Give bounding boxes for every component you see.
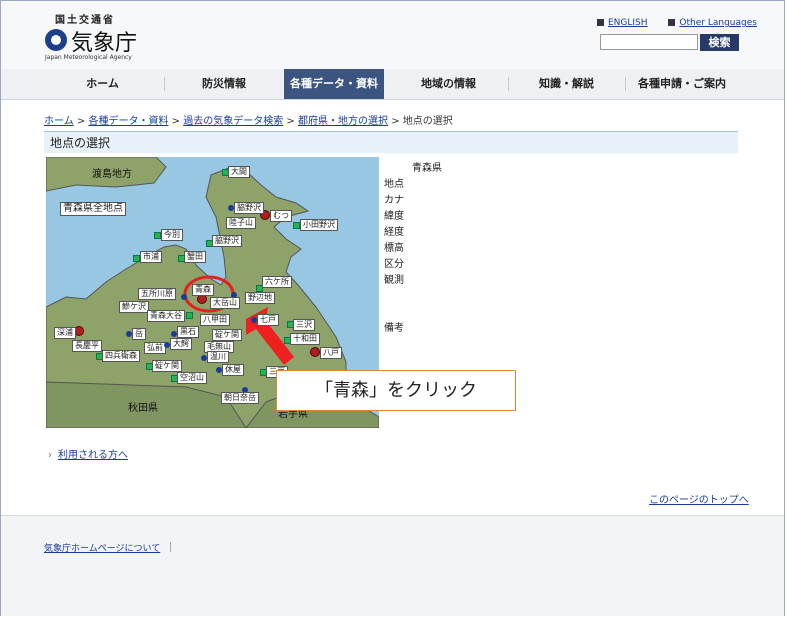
page-top-link[interactable]: このページのトップへ <box>649 491 749 506</box>
instruction-callout: 「青森」をクリック <box>276 370 516 411</box>
ministry-name: 国土交通省 <box>55 15 115 26</box>
station-oodakeyama[interactable]: 大岳山 <box>210 297 240 309</box>
agency-name: 気象庁 <box>71 31 138 56</box>
language-links: ENGLISH Other Languages <box>597 18 757 28</box>
nav-item-applications[interactable]: 各種申請・ご案内 <box>625 69 739 99</box>
label-remarks: 備考 <box>384 323 404 334</box>
label-station: 地点 <box>384 179 404 190</box>
station-marker[interactable] <box>154 232 161 239</box>
station-ajigasawa[interactable]: 鰺ケ沢 <box>119 301 149 313</box>
station-fukaura[interactable]: 深浦 <box>54 327 76 339</box>
breadcrumb-separator: > <box>391 116 400 127</box>
label-observation: 観測 <box>384 275 404 286</box>
station-misawa[interactable]: 三沢 <box>293 319 315 331</box>
station-towada[interactable]: 十和田 <box>290 333 320 345</box>
station-noheji[interactable]: 野辺地 <box>245 292 275 304</box>
region-label-oshima: 渡島地方 <box>92 169 132 180</box>
breadcrumb: ホーム > 各種データ・資料 > 過去の気象データ検索 > 都府県・地方の選択 … <box>44 112 453 127</box>
station-oma[interactable]: 大間 <box>228 166 250 178</box>
station-asahinadake[interactable]: 朝日奈岳 <box>221 392 259 404</box>
agency-english-name: Japan Meteorological Agency <box>45 54 132 61</box>
station-nurukawa[interactable]: 温川 <box>207 351 229 363</box>
breadcrumb-separator: > <box>76 116 86 127</box>
breadcrumb-home[interactable]: ホーム <box>44 116 74 127</box>
station-rokkasho[interactable]: 六ケ所 <box>262 276 292 288</box>
station-wakinosawa-2[interactable]: 脇野沢 <box>212 235 242 247</box>
arrow-square-icon <box>668 19 676 26</box>
station-hachinohe[interactable]: 八戸 <box>320 347 342 359</box>
prefecture-name: 青森県 <box>412 163 442 174</box>
station-imabetsu[interactable]: 今別 <box>161 229 183 241</box>
station-marker[interactable] <box>186 312 193 319</box>
station-hirosaki[interactable]: 弘前 <box>144 342 166 354</box>
label-latitude: 緯度 <box>384 211 404 222</box>
breadcrumb-prefecture[interactable]: 都府県・地方の選択 <box>298 116 388 127</box>
station-shiura[interactable]: 市浦 <box>140 251 162 263</box>
english-link[interactable]: ENGLISH <box>608 18 648 28</box>
nav-item-home[interactable]: ホーム <box>45 69 160 99</box>
station-kanita[interactable]: 蟹田 <box>184 251 206 263</box>
breadcrumb-past-data[interactable]: 過去の気象データ検索 <box>183 116 283 127</box>
label-longitude: 経度 <box>384 227 404 238</box>
station-marker[interactable] <box>133 255 140 262</box>
english-link-wrap: ENGLISH <box>597 18 648 28</box>
station-aomori[interactable]: 青森 <box>192 284 214 296</box>
station-chokeidai[interactable]: 長慶平 <box>72 340 102 352</box>
footer-about-link[interactable]: 気象庁ホームページについて <box>44 541 160 554</box>
station-goshogawara[interactable]: 五所川原 <box>138 288 176 300</box>
station-marker[interactable] <box>181 294 187 300</box>
label-category: 区分 <box>384 259 404 270</box>
station-dake[interactable]: 岳 <box>132 328 146 340</box>
main-nav: ホーム 防災情報 各種データ・資料 地域の情報 知識・解説 各種申請・ご案内 <box>1 69 784 100</box>
other-languages-link[interactable]: Other Languages <box>679 18 757 28</box>
station-kuroishi[interactable]: 黒石 <box>177 326 199 338</box>
station-aomori-otani[interactable]: 青森大谷 <box>147 310 185 322</box>
nav-item-knowledge[interactable]: 知識・解説 <box>508 69 625 99</box>
station-ikarigaseki[interactable]: 碇ケ関 <box>212 329 242 341</box>
chevron-right-icon: › <box>48 450 52 461</box>
search-input[interactable] <box>600 34 698 50</box>
station-mutsu[interactable]: むつ <box>270 210 292 222</box>
label-elevation: 標高 <box>384 243 404 254</box>
breadcrumb-current: 地点の選択 <box>402 116 453 127</box>
arrow-square-icon <box>597 19 604 26</box>
station-hakkoda[interactable]: 八甲田 <box>200 314 230 326</box>
station-shibeemori[interactable]: 四兵衛森 <box>102 350 140 362</box>
station-marker[interactable] <box>293 222 300 229</box>
nav-item-regional-info[interactable]: 地域の情報 <box>390 69 507 99</box>
breadcrumb-separator: > <box>171 116 181 127</box>
breadcrumb-separator: > <box>286 116 295 127</box>
site-header: 国土交通省 気象庁 Japan Meteorological Agency EN… <box>1 1 784 69</box>
footer-divider <box>170 542 171 552</box>
station-mutsuyama[interactable]: 陸子山 <box>226 217 256 229</box>
site-footer: 気象庁ホームページについて <box>1 515 784 616</box>
search-button[interactable]: 検索 <box>700 34 739 51</box>
station-kujirayama[interactable]: 空沼山 <box>177 372 207 384</box>
users-link[interactable]: 利用される方へ <box>58 450 128 461</box>
station-odanosawa[interactable]: 小田野沢 <box>300 219 338 231</box>
region-label-akita: 秋田県 <box>128 403 158 414</box>
jma-emblem-icon <box>45 29 67 51</box>
all-points-label[interactable]: 青森県全地点 <box>60 202 126 216</box>
other-languages-link-wrap: Other Languages <box>668 18 757 28</box>
breadcrumb-data[interactable]: 各種データ・資料 <box>88 116 168 127</box>
nav-item-data[interactable]: 各種データ・資料 <box>284 69 384 99</box>
station-shichinohe[interactable]: 七戸 <box>257 314 279 326</box>
station-owani[interactable]: 大鰐 <box>170 338 192 350</box>
station-ikarigaseki-2[interactable]: 碇ケ関 <box>152 360 182 372</box>
page-title: 地点の選択 <box>44 131 738 153</box>
nav-item-disaster-info[interactable]: 防災情報 <box>164 69 284 99</box>
station-wakinosawa[interactable]: 脇野沢 <box>234 202 264 214</box>
station-yasumiya[interactable]: 休屋 <box>222 364 244 376</box>
users-link-row: › 利用される方へ <box>48 446 128 461</box>
label-kana: カナ <box>384 195 404 206</box>
station-marker[interactable] <box>310 347 320 357</box>
